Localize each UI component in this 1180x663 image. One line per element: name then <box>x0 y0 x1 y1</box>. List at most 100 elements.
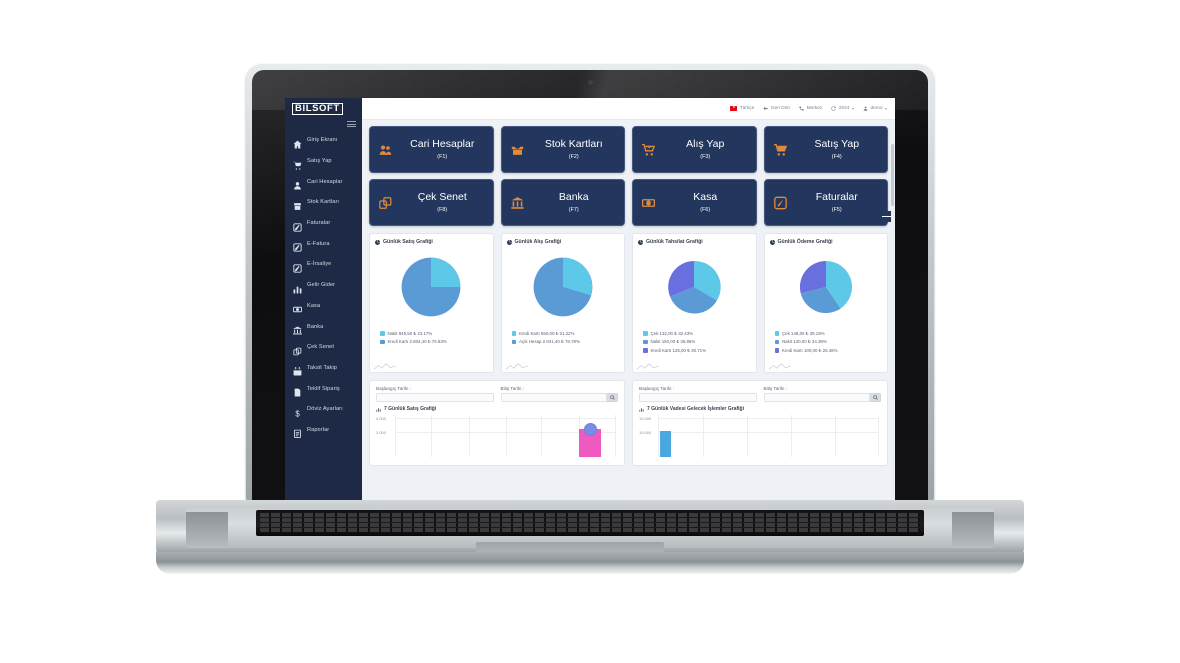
keyboard <box>256 510 924 536</box>
pie-svg <box>401 257 461 317</box>
users-icon <box>379 143 392 156</box>
sidebar-item-cari-hesaplar[interactable]: Cari Hesaplar <box>285 171 362 192</box>
hinge-left <box>186 512 228 546</box>
legend-swatch <box>643 331 648 336</box>
invoice-icon <box>293 260 302 273</box>
pie-chart-icon <box>375 239 380 245</box>
tile-shortcut: (F4) <box>831 153 842 160</box>
sidebar-item-label: Stok Kartları <box>307 199 340 206</box>
y-tick-label: 12.000 <box>639 416 652 421</box>
sidebar-item-doviz-ayarlari[interactable]: $ Döviz Ayarları <box>285 399 362 420</box>
tile-shortcut: (F1) <box>437 153 448 160</box>
search-icon <box>872 395 878 400</box>
legend-item: Açık Hesap 2.041,40 ₺ 78.78% <box>511 339 621 345</box>
box-icon <box>511 143 524 156</box>
start-date-field: Başlangıç Tarihi : <box>376 386 494 402</box>
sidebar-item-teklif-siparis[interactable]: Teklif Sipariş <box>285 378 362 399</box>
card-header: Günlük Tahsilat Grafiği <box>637 238 752 248</box>
tile-label: Banka <box>558 191 589 204</box>
card-gunluk-tahsilat-grafigi: Günlük Tahsilat Grafiği Çek 132,00 ₺ 32.… <box>632 233 757 373</box>
pie-chart-icon <box>769 239 775 245</box>
tile-kasa[interactable]: Kasa (F6) <box>632 179 757 226</box>
sidebar-item-label: Giriş Ekranı <box>307 137 338 144</box>
card-gunluk-odeme-grafigi: Günlük Ödeme Grafiği Çek 148,00 ₺ 39.15%… <box>763 233 888 373</box>
legend-label: Kredi Kartı 125,00 ₺ 30.71% <box>650 347 707 353</box>
pie-legend: Çek 148,00 ₺ 39.15% Nakit 130,00 ₺ 34.39… <box>769 326 884 354</box>
tile-shortcut: (F3) <box>700 153 711 160</box>
legend-swatch <box>380 331 385 336</box>
branch-selector[interactable]: Merkez <box>799 106 822 111</box>
language-label: Türkçe <box>739 106 755 111</box>
sidebar-item-banka[interactable]: Banka <box>285 316 362 337</box>
language-selector[interactable]: Türkçe <box>730 105 755 111</box>
legend-label: Çek 148,00 ₺ 39.15% <box>782 330 825 336</box>
card-header: Günlük Alış Grafiği <box>506 238 621 248</box>
card-gunluk-satis-grafigi: Günlük Satış Grafiği Nakit 845,50 ₺ 23.1… <box>369 233 494 373</box>
search-button[interactable] <box>870 393 881 402</box>
start-date-input[interactable] <box>376 393 494 402</box>
tile-cek-senet[interactable]: Çek Senet (F8) <box>369 179 494 226</box>
year-selector[interactable]: 2024 ▾ <box>831 106 854 111</box>
legend-swatch <box>774 348 779 353</box>
tile-satis-yap[interactable]: Satış Yap (F4) <box>763 126 888 173</box>
year-label: 2024 <box>838 106 850 111</box>
user-icon <box>863 106 868 111</box>
start-date-input[interactable] <box>639 393 757 402</box>
pie-chart-icon <box>506 239 512 245</box>
legend-item: Nakit 845,50 ₺ 23.17% <box>380 331 489 337</box>
sidebar-item-e-fatura[interactable]: E-Fatura <box>285 233 362 254</box>
legend-label: Nakit 130,00 ₺ 34.39% <box>782 339 827 344</box>
calendar-icon <box>293 363 302 376</box>
y-tick-label: 4.000 <box>376 416 387 421</box>
documents-icon <box>293 343 302 356</box>
sidebar-item-e-irsaliye[interactable]: E-İrsaliye <box>285 254 362 275</box>
legend-swatch <box>643 339 648 345</box>
invoice-icon <box>773 196 787 209</box>
sidebar-item-giris-ekrani[interactable]: Giriş Ekranı <box>285 130 362 151</box>
sidebar-item-taksit-takip[interactable]: Taksit Takip <box>285 358 362 379</box>
sidebar-toggle-icon[interactable] <box>347 120 356 129</box>
legend-swatch <box>774 331 779 336</box>
search-icon <box>609 395 615 400</box>
sidebar-item-stok-kartlari[interactable]: Stok Kartları <box>285 192 362 213</box>
branch-icon <box>799 106 804 111</box>
pie-legend: Nakit 845,50 ₺ 23.17% Kredi Kartı 2.804,… <box>374 326 489 345</box>
home-icon <box>293 136 302 149</box>
sidebar-item-gelir-gider[interactable]: Gelir Gider <box>285 275 362 296</box>
report-icon <box>293 425 302 439</box>
back-button[interactable]: Geri Dön <box>763 106 790 111</box>
tile-label: Kasa <box>693 191 718 204</box>
bar-chart-7-gunluk-satis: 4.000 3.000 <box>376 415 618 457</box>
sparkline-icon <box>505 363 528 370</box>
panel-title: 7 Günlük Vadesi Gelecek İşlemler Grafiği <box>647 406 744 412</box>
start-date-label: Başlangıç Tarihi : <box>376 386 411 391</box>
end-date-input[interactable] <box>763 393 870 402</box>
start-date-field: Başlangıç Tarihi : <box>639 386 757 402</box>
tile-faturalar[interactable]: Faturalar (F5) <box>763 179 894 226</box>
end-date-label: Bitiş Tarihi : <box>763 386 787 391</box>
sidebar-item-label: E-Fatura <box>307 240 330 247</box>
tile-alis-yap[interactable]: Alış Yap (F3) <box>632 126 757 173</box>
sidebar-item-satis-yap[interactable]: Satış Yap <box>285 151 362 172</box>
sidebar-nav: Giriş Ekranı Satış Yap Cari Hesaplar Sto… <box>285 130 362 440</box>
pie-legend: Çek 132,00 ₺ 32.43% Nakit 150,00 ₺ 36.86… <box>637 326 752 354</box>
tile-banka[interactable]: Banka (F7) <box>500 179 625 226</box>
tile-stok-kartlari[interactable]: Stok Kartları (F2) <box>500 126 625 173</box>
sidebar-item-label: Çek Senet <box>307 344 335 351</box>
sidebar-item-raporlar[interactable]: Raporlar <box>285 420 362 441</box>
user-menu[interactable]: demo ▾ <box>863 106 887 111</box>
pie-legend: Kredi Kartı 550,00 ₺ 21.22% Açık Hesap 2… <box>506 326 621 345</box>
laptop-front-edge <box>156 552 1024 574</box>
turkey-flag-icon <box>730 105 738 111</box>
vertical-scrollbar[interactable] <box>891 144 894 500</box>
tile-label: Faturalar <box>815 191 858 204</box>
tile-cari-hesaplar[interactable]: Cari Hesaplar (F1) <box>369 126 494 173</box>
legend-label: Açık Hesap 2.041,40 ₺ 78.78% <box>519 339 580 344</box>
end-date-input[interactable] <box>500 393 607 402</box>
search-button[interactable] <box>607 393 618 402</box>
sidebar-item-faturalar[interactable]: Faturalar <box>285 213 362 234</box>
tile-label: Satış Yap <box>814 138 860 151</box>
sidebar-item-cek-senet[interactable]: Çek Senet <box>285 337 362 358</box>
sidebar-item-kasa[interactable]: Kasa <box>285 296 362 317</box>
tile-shortcut: (F6) <box>700 206 711 213</box>
